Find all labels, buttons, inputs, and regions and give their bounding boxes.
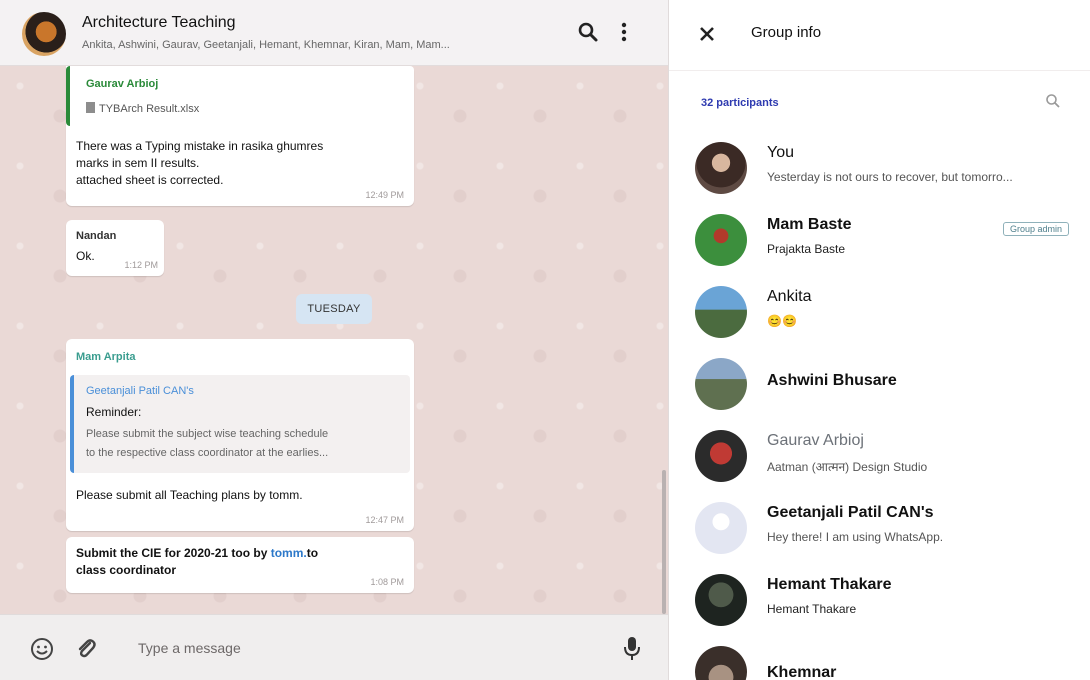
participant-row[interactable]: Khemnar [669, 636, 1090, 680]
participants-count: 32 participants [701, 97, 779, 109]
participant-row[interactable]: Ashwini Bhusare [669, 348, 1090, 420]
paperclip-icon[interactable] [74, 637, 98, 661]
participant-status: Prajakta Baste [767, 242, 846, 256]
message-text: Submit the CIE for 2020-21 too by tomm.t… [76, 545, 406, 579]
avatar [695, 502, 747, 554]
participant-status: 😊😊 [767, 314, 797, 328]
quoted-line: to the respective class coordinator at t… [86, 447, 329, 459]
message-text-part: Submit the CIE for 2020-21 too by [76, 546, 271, 560]
message-time: 12:49 PM [365, 190, 404, 200]
microphone-icon[interactable] [620, 635, 644, 663]
group-title[interactable]: Architecture Teaching [82, 14, 236, 32]
group-members-list: Ankita, Ashwini, Gaurav, Geetanjali, Hem… [82, 39, 450, 51]
avatar [695, 430, 747, 482]
date-divider: TUESDAY [296, 294, 372, 324]
participant-name: Hemant Thakare [767, 576, 892, 593]
message-link[interactable]: tomm. [271, 546, 307, 560]
message-bubble[interactable]: Nandan Ok. 1:12 PM [66, 220, 164, 276]
participant-status: Yesterday is not ours to recover, but to… [767, 170, 1013, 184]
quoted-body: Please submit the subject wise teaching … [86, 425, 406, 463]
message-bubble[interactable]: Gaurav Arbioj TYBArch Result.xlsx There … [66, 66, 414, 206]
emoji-icon[interactable] [30, 637, 54, 661]
participant-name: Khemnar [767, 664, 837, 680]
message-sender: Mam Arpita [76, 351, 136, 363]
group-info-title: Group info [751, 24, 822, 41]
participant-row[interactable]: Ankita 😊😊 [669, 276, 1090, 348]
avatar [695, 214, 747, 266]
search-icon[interactable] [576, 20, 600, 44]
message-line: class coordinator [76, 563, 177, 577]
document-icon [86, 102, 95, 113]
message-line: attached sheet is corrected. [76, 173, 224, 187]
quoted-message[interactable]: Geetanjali Patil CAN's Reminder: Please … [70, 375, 410, 473]
participant-name: Ashwini Bhusare [767, 372, 897, 389]
message-line: Submit the CIE for 2020-21 too by tomm.t… [76, 545, 406, 562]
participant-name: Geetanjali Patil CAN's [767, 504, 934, 521]
participant-status: Aatman (आत्मन) Design Studio [767, 460, 928, 474]
message-input[interactable] [118, 629, 598, 667]
participant-name: Mam Baste [767, 216, 852, 233]
group-avatar[interactable] [22, 12, 66, 56]
participant-row[interactable]: You Yesterday is not ours to recover, bu… [669, 132, 1090, 204]
participant-row[interactable]: Hemant Thakare Hemant Thakare [669, 564, 1090, 636]
participant-row[interactable]: Mam Baste Prajakta Baste Group admin [669, 204, 1090, 276]
whatsapp-web-window: Architecture Teaching Ankita, Ashwini, G… [0, 0, 1090, 680]
message-line: marks in sem II results. [76, 156, 200, 170]
message-bubble[interactable]: Mam Arpita Geetanjali Patil CAN's Remind… [66, 339, 414, 531]
participant-name: Ankita [767, 288, 812, 305]
avatar [695, 646, 747, 680]
participant-status: Hemant Thakare [767, 602, 857, 616]
message-text: Ok. [76, 249, 95, 263]
avatar [695, 358, 747, 410]
participant-name: You [767, 144, 794, 161]
message-time: 1:12 PM [124, 260, 158, 270]
participant-name: Gaurav Arbioj [767, 432, 864, 449]
quoted-file-name: TYBArch Result.xlsx [99, 103, 200, 115]
participants-header: 32 participants [669, 70, 1090, 132]
avatar [695, 574, 747, 626]
avatar [695, 286, 747, 338]
group-info-pane: Group info 32 participants You Yesterday… [668, 0, 1090, 680]
search-icon[interactable] [1045, 93, 1061, 109]
close-icon[interactable] [697, 24, 717, 44]
message-bubble[interactable]: Submit the CIE for 2020-21 too by tomm.t… [66, 537, 414, 593]
chat-pane: Architecture Teaching Ankita, Ashwini, G… [0, 0, 668, 680]
kebab-menu-icon[interactable] [612, 20, 636, 44]
quoted-sender: Gaurav Arbioj [86, 78, 159, 90]
quoted-file: TYBArch Result.xlsx [86, 102, 199, 115]
participant-status: Hey there! I am using WhatsApp. [767, 530, 944, 544]
group-info-header: Group info [669, 0, 1090, 70]
quoted-line: Please submit the subject wise teaching … [86, 428, 329, 440]
message-text: There was a Typing mistake in rasika ghu… [76, 138, 396, 189]
message-composer [0, 614, 668, 680]
group-admin-badge: Group admin [1003, 222, 1070, 236]
message-time: 1:08 PM [370, 577, 404, 587]
message-text-part: to [306, 546, 319, 560]
quoted-message[interactable]: Gaurav Arbioj TYBArch Result.xlsx [66, 66, 414, 126]
participant-row[interactable]: Gaurav Arbioj Aatman (आत्मन) Design Stud… [669, 420, 1090, 492]
quoted-sender: Geetanjali Patil CAN's [86, 385, 194, 397]
message-sender: Nandan [76, 230, 117, 242]
quoted-title: Reminder: [86, 405, 142, 419]
message-time: 12:47 PM [365, 515, 404, 525]
participant-row[interactable]: Geetanjali Patil CAN's Hey there! I am u… [669, 492, 1090, 564]
message-line: There was a Typing mistake in rasika ghu… [76, 139, 324, 153]
avatar [695, 142, 747, 194]
chat-header[interactable]: Architecture Teaching Ankita, Ashwini, G… [0, 0, 668, 66]
message-text: Please submit all Teaching plans by tomm… [76, 488, 303, 502]
chat-scrollbar[interactable] [662, 470, 666, 614]
